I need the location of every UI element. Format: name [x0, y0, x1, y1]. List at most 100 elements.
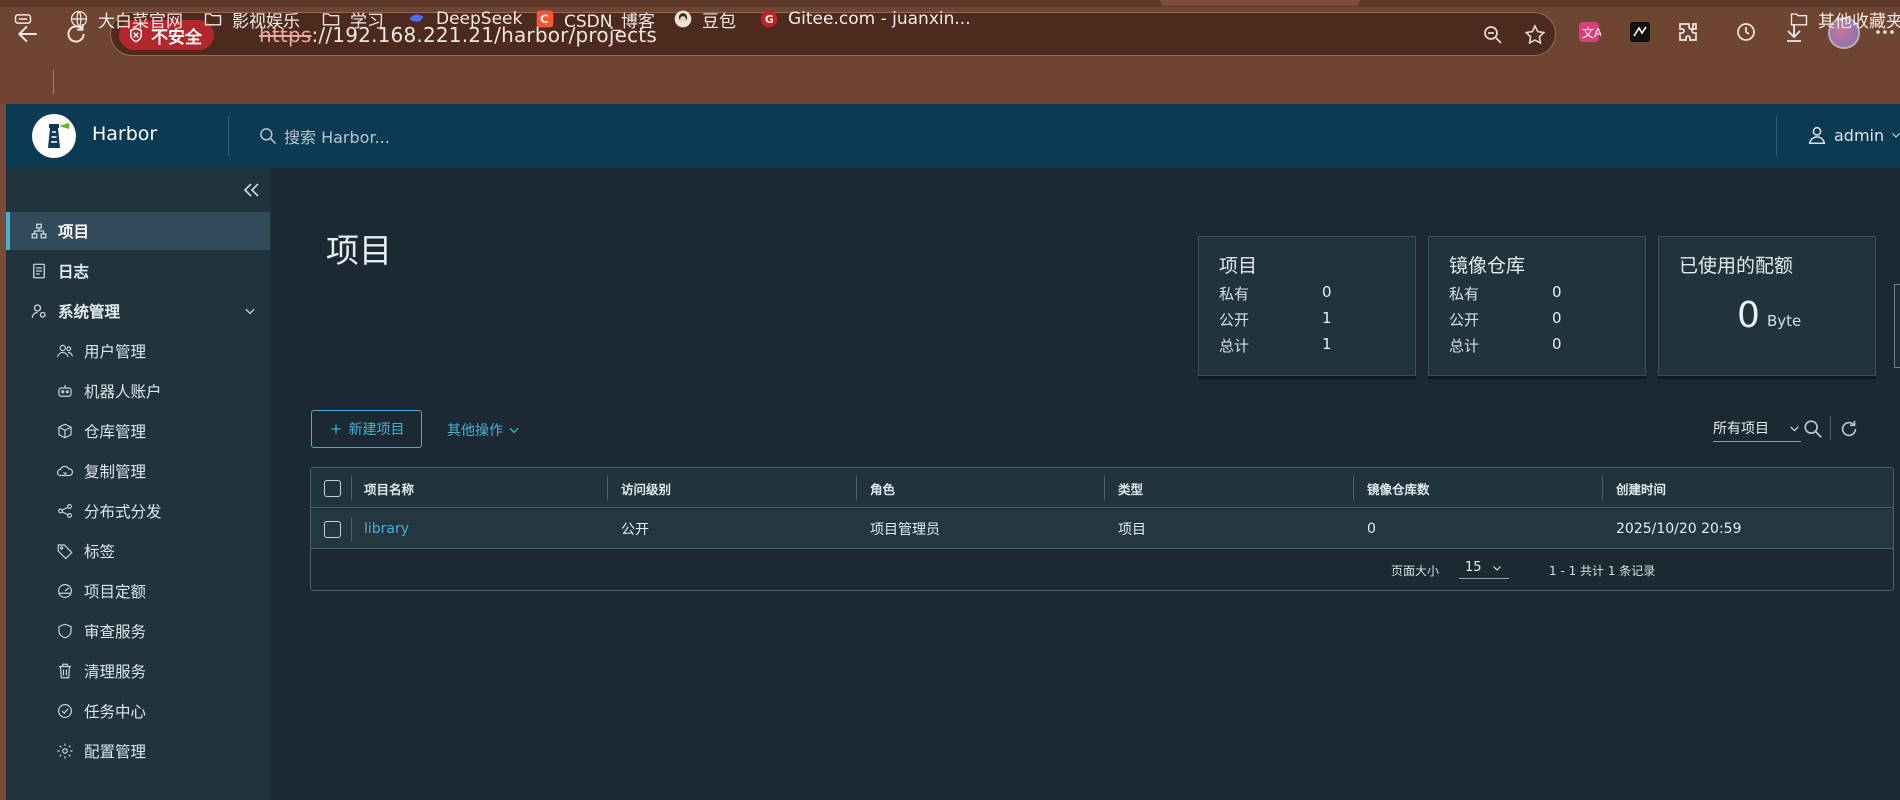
bookmark-item[interactable]: G Gitee.com - juanxin...: [758, 5, 971, 33]
sidebar-item-admin[interactable]: 系统管理: [6, 292, 271, 330]
favorite-star-icon[interactable]: [1523, 23, 1547, 47]
sidebar-item-label: 标签: [84, 543, 116, 561]
chevron-down-icon: [1493, 565, 1501, 571]
column-divider[interactable]: [1353, 476, 1354, 500]
sidebar-item-projects[interactable]: 项目: [6, 212, 270, 250]
user-icon: [1808, 126, 1826, 144]
sidebar-item-replication[interactable]: 复制管理: [6, 452, 271, 490]
doubao-icon: [672, 8, 694, 30]
filter-value: 所有项目: [1713, 421, 1769, 437]
select-all-checkbox[interactable]: [324, 480, 341, 497]
sidebar-item-cleanup[interactable]: 清理服务: [6, 652, 271, 690]
sidebar-item-label: 清理服务: [84, 663, 147, 681]
sidebar-item-interrogation[interactable]: 审查服务: [6, 612, 271, 650]
sidebar-item-users[interactable]: 用户管理: [6, 332, 271, 370]
page-size-select[interactable]: 15: [1459, 558, 1509, 579]
quota-value: 0: [1737, 295, 1760, 336]
column-divider[interactable]: [1104, 476, 1105, 500]
other-bookmarks[interactable]: 其他收藏夹: [1788, 5, 1900, 33]
table-header: 项目名称 访问级别 角色 类型 镜像仓库数 创建时间: [311, 468, 1893, 508]
filter-divider: [1830, 416, 1831, 440]
bookmark-item[interactable]: DeepSeek: [406, 5, 522, 33]
project-filter-select[interactable]: 所有项目: [1713, 418, 1801, 442]
new-project-button[interactable]: 新建项目: [311, 410, 422, 448]
bookmark-label: CSDN_博客: [564, 11, 655, 32]
sidebar-item-label: 用户管理: [84, 343, 147, 361]
column-header-repo-count[interactable]: 镜像仓库数: [1367, 468, 1430, 508]
column-divider[interactable]: [607, 476, 608, 500]
table-footer: 页面大小 15 1 - 1 共计 1 条记录: [311, 550, 1893, 590]
collapse-sidebar-icon[interactable]: [239, 178, 263, 202]
bookmark-item[interactable]: 豆包: [672, 5, 736, 33]
replication-icon: [56, 462, 74, 480]
global-search[interactable]: 搜索 Harbor...: [258, 124, 390, 148]
bookmark-item[interactable]: 学习: [320, 5, 384, 33]
brand-name[interactable]: Harbor: [92, 123, 157, 145]
sidebar-item-distribution[interactable]: 分布式分发: [6, 492, 271, 530]
total-count: 1: [1322, 335, 1332, 353]
globe-icon: [68, 8, 90, 30]
role: 项目管理员: [870, 522, 940, 538]
extensions-puzzle-icon[interactable]: [1673, 17, 1703, 47]
sidebar-item-label: 日志: [58, 263, 90, 281]
history-icon[interactable]: [1731, 17, 1761, 47]
search-icon[interactable]: [1802, 418, 1824, 440]
chevron-down-icon: [1892, 133, 1900, 138]
harbor-logo[interactable]: [32, 114, 76, 158]
translate-icon[interactable]: 文A: [1574, 17, 1604, 47]
header-divider: [228, 116, 229, 156]
column-divider[interactable]: [856, 476, 857, 500]
access-level: 公开: [621, 522, 649, 538]
tab-hint[interactable]: [1160, 0, 1360, 6]
bookmark-label: 大白菜官网: [98, 11, 183, 32]
side-panel-handle[interactable]: [1894, 284, 1900, 368]
sidebar-item-configuration[interactable]: 配置管理: [6, 732, 271, 770]
sidebar-item-registries[interactable]: 仓库管理: [6, 412, 271, 450]
search-input[interactable]: 搜索 Harbor...: [284, 124, 390, 148]
browser-chrome: 不安全 https://192.168.221.21/harbor/projec…: [0, 0, 1900, 104]
sidebar-item-robots[interactable]: 机器人账户: [6, 372, 271, 410]
page-size-label: 页面大小: [1391, 564, 1440, 578]
repositories-summary-card: 镜像仓库 私有 0 公开 0 总计 0: [1428, 236, 1646, 376]
refresh-icon[interactable]: [1838, 418, 1860, 440]
column-header-type[interactable]: 类型: [1118, 468, 1143, 508]
zoom-out-icon[interactable]: [1481, 23, 1505, 47]
sidebar-item-logs[interactable]: 日志: [6, 252, 271, 290]
folder-icon: [1788, 8, 1810, 30]
column-header-name[interactable]: 项目名称: [364, 468, 414, 508]
new-project-label: 新建项目: [348, 422, 405, 438]
bookmark-item[interactable]: C CSDN_博客: [534, 5, 655, 33]
sidebar-item-quotas[interactable]: 项目定额: [6, 572, 271, 610]
user-menu[interactable]: admin: [1806, 124, 1900, 146]
page-size-value: 15: [1465, 560, 1482, 575]
column-divider[interactable]: [1602, 476, 1603, 500]
svg-text:C: C: [540, 12, 549, 26]
tag-icon: [56, 542, 74, 560]
chevron-down-icon[interactable]: [243, 304, 257, 318]
row-checkbox[interactable]: [324, 521, 341, 538]
column-header-created[interactable]: 创建时间: [1616, 468, 1666, 508]
private-count: 0: [1552, 283, 1562, 301]
quota-icon: [56, 582, 74, 600]
admin-icon: [30, 302, 48, 320]
bookmark-item[interactable]: 大白菜官网: [68, 5, 183, 33]
sidebar-item-labels[interactable]: 标签: [6, 532, 271, 570]
column-header-access[interactable]: 访问级别: [621, 468, 671, 508]
public-count: 0: [1552, 309, 1562, 327]
shield-icon: [56, 622, 74, 640]
public-label: 公开: [1449, 311, 1480, 329]
lighthouse-icon: [37, 119, 71, 153]
sidebar-item-jobs[interactable]: 任务中心: [6, 692, 271, 730]
tab-actions-icon[interactable]: [12, 5, 34, 33]
more-actions-dropdown[interactable]: 其他操作: [447, 420, 521, 440]
sidebar-item-label: 项目: [58, 223, 90, 241]
column-header-role[interactable]: 角色: [870, 468, 895, 508]
project-name-link[interactable]: library: [364, 509, 409, 549]
chevron-down-icon: [1790, 425, 1799, 431]
pagination-summary: 1 - 1 共计 1 条记录: [1549, 564, 1656, 578]
card-title: 镜像仓库: [1449, 255, 1526, 277]
created-time: 2025/10/20 20:59: [1616, 521, 1742, 537]
extension-cmd-icon[interactable]: [1625, 17, 1655, 47]
bookmark-item[interactable]: 影视娱乐: [202, 5, 300, 33]
table-row[interactable]: library 公开 项目管理员 项目 0 2025/10/20 20:59: [311, 509, 1893, 549]
